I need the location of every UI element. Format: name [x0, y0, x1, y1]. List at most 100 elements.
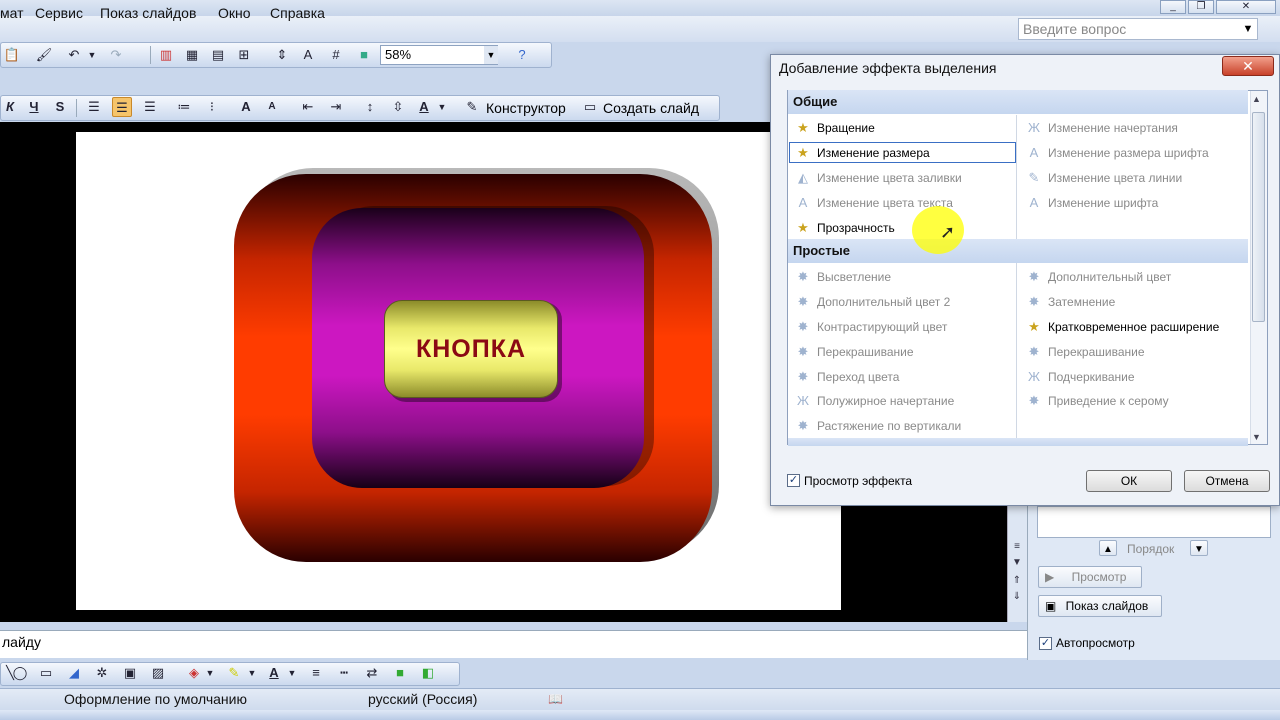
minimize-icon[interactable]: _: [1160, 0, 1186, 14]
numbered-list-icon[interactable]: ≔: [174, 97, 194, 117]
paste-icon[interactable]: 📋: [2, 45, 22, 65]
oval-icon[interactable]: ◯: [10, 663, 30, 683]
expand-all-icon[interactable]: ⇕: [272, 45, 292, 65]
chevron-down-icon[interactable]: ▼: [1240, 20, 1256, 38]
scroll-down-icon[interactable]: ▼: [1252, 432, 1261, 442]
undo-icon[interactable]: ↶: [64, 45, 84, 65]
italic-icon[interactable]: К: [0, 97, 20, 117]
align-left-icon[interactable]: ☰: [84, 97, 104, 117]
effect-color-blend[interactable]: ✸ Переход цвета: [793, 366, 900, 388]
line-spacing-icon[interactable]: ↕: [360, 97, 380, 117]
decrease-font-icon[interactable]: A: [262, 97, 282, 117]
dialog-close-button[interactable]: ✕: [1222, 56, 1274, 76]
help-icon[interactable]: ?: [512, 45, 532, 65]
zoom-select[interactable]: 58%: [380, 45, 498, 65]
textbox-icon[interactable]: ▭: [36, 663, 56, 683]
insert-icon[interactable]: ⊞: [234, 45, 254, 65]
ok-button[interactable]: ОК: [1086, 470, 1172, 492]
effect-complementary-2[interactable]: ✸ Дополнительный цвет 2: [793, 291, 951, 313]
effect-transparency[interactable]: ★ Прозрачность: [793, 217, 895, 239]
increase-font-icon[interactable]: A: [236, 97, 256, 117]
line-color-icon[interactable]: ✎: [224, 663, 244, 683]
effect-bold[interactable]: Ж Полужирное начертание: [793, 390, 954, 412]
font-color-draw-icon[interactable]: A: [264, 663, 284, 683]
paragraph-spacing-icon[interactable]: ⇳: [388, 97, 408, 117]
menu-slideshow[interactable]: Показ слайдов: [100, 4, 196, 22]
restore-icon[interactable]: ❐: [1188, 0, 1214, 14]
line-style-icon[interactable]: ≡: [306, 663, 326, 683]
effect-line-color[interactable]: ✎ Изменение цвета линии: [1024, 167, 1183, 189]
slideshow-button[interactable]: ▣ Показ слайдов: [1038, 595, 1162, 617]
order-down-icon[interactable]: ▼: [1190, 540, 1208, 556]
format-painter-icon[interactable]: 🖌: [34, 45, 54, 65]
ask-question-input[interactable]: Введите вопрос: [1018, 18, 1258, 40]
chart-icon[interactable]: ▥: [156, 45, 176, 65]
scroll-down-icon[interactable]: ▼: [1009, 556, 1025, 570]
effect-lighten[interactable]: ✸ Высветление: [793, 266, 892, 288]
align-center-icon[interactable]: ☰: [112, 97, 132, 117]
grid-icon[interactable]: #: [326, 45, 346, 65]
font-color-dropdown-icon[interactable]: ▼: [436, 97, 448, 117]
3d-style-icon[interactable]: ◧: [418, 663, 438, 683]
table-icon[interactable]: ▦: [182, 45, 202, 65]
effect-contrasting[interactable]: ✸ Контрастирующий цвет: [793, 316, 948, 338]
effect-fill-color[interactable]: ◭ Изменение цвета заливки: [793, 167, 962, 189]
designer-button[interactable]: Конструктор: [486, 100, 566, 116]
picture-icon[interactable]: ▨: [148, 663, 168, 683]
dialog-scroll-thumb[interactable]: [1252, 112, 1265, 322]
new-slide-icon[interactable]: ▭: [580, 97, 600, 117]
menu-format[interactable]: мат: [0, 4, 24, 22]
arrow-style-icon[interactable]: ⇄: [362, 663, 382, 683]
zoom-dropdown-icon[interactable]: ▼: [484, 46, 498, 64]
effect-flicker-grow[interactable]: ★ Кратковременное расширение: [1024, 316, 1219, 338]
font-color-icon[interactable]: A: [414, 97, 434, 117]
effect-recolor[interactable]: ✸ Перекрашивание: [793, 341, 914, 363]
autopreview-checkbox[interactable]: ✓: [1039, 637, 1052, 650]
color-grayscale-icon[interactable]: ■: [354, 45, 374, 65]
decrease-indent-icon[interactable]: ⇤: [298, 97, 318, 117]
prev-slide-icon[interactable]: ⇑: [1009, 574, 1025, 588]
effect-change-style[interactable]: Ж Изменение начертания: [1024, 117, 1178, 139]
effect-darken[interactable]: ✸ Затемнение: [1024, 291, 1116, 313]
underline-icon[interactable]: Ч: [24, 97, 44, 117]
effect-rotation[interactable]: ★ Вращение: [793, 117, 875, 139]
cancel-button[interactable]: Отмена: [1184, 470, 1270, 492]
clipart-icon[interactable]: ▣: [120, 663, 140, 683]
align-right-icon[interactable]: ☰: [140, 97, 160, 117]
order-up-icon[interactable]: ▲: [1099, 540, 1117, 556]
preview-button[interactable]: ▶ Просмотр: [1038, 566, 1142, 588]
shadow-icon[interactable]: S: [50, 97, 70, 117]
tables-borders-icon[interactable]: ▤: [208, 45, 228, 65]
effects-list[interactable]: [1037, 506, 1271, 538]
dash-style-icon[interactable]: ┅: [334, 663, 354, 683]
effect-font[interactable]: A Изменение шрифта: [1024, 192, 1159, 214]
menu-window[interactable]: Окно: [218, 4, 251, 22]
effect-resize[interactable]: ★ Изменение размера: [793, 142, 930, 164]
bullet-list-icon[interactable]: ⁝: [202, 97, 222, 117]
scroll-thumb-icon[interactable]: ≡: [1009, 540, 1025, 554]
close-window-icon[interactable]: ✕: [1216, 0, 1276, 14]
increase-indent-icon[interactable]: ⇥: [326, 97, 346, 117]
spellcheck-icon[interactable]: 📖: [548, 690, 563, 708]
effect-stretch-vertical[interactable]: ✸ Растяжение по вертикали: [793, 415, 962, 437]
shadow-style-icon[interactable]: ■: [390, 663, 410, 683]
new-slide-button[interactable]: Создать слайд: [603, 100, 699, 116]
line-color-dropdown-icon[interactable]: ▼: [246, 663, 258, 683]
effect-complementary[interactable]: ✸ Дополнительный цвет: [1024, 266, 1172, 288]
effect-underline[interactable]: Ж Подчеркивание: [1024, 366, 1135, 388]
font-color-draw-dropdown-icon[interactable]: ▼: [286, 663, 298, 683]
menu-service[interactable]: Сервис: [35, 4, 83, 22]
menu-help[interactable]: Справка: [270, 4, 325, 22]
next-slide-icon[interactable]: ⇓: [1009, 590, 1025, 604]
effect-recolor-2[interactable]: ✸ Перекрашивание: [1024, 341, 1145, 363]
undo-dropdown-icon[interactable]: ▼: [86, 45, 98, 65]
preview-effect-checkbox[interactable]: ✓: [787, 474, 800, 487]
effect-desaturate[interactable]: ✸ Приведение к серому: [1024, 390, 1169, 412]
fill-color-icon[interactable]: ◈: [184, 663, 204, 683]
wordart-icon[interactable]: ◢: [64, 663, 84, 683]
designer-icon[interactable]: ✎: [462, 97, 482, 117]
show-formatting-icon[interactable]: A: [298, 45, 318, 65]
notes-pane[interactable]: [0, 630, 1027, 658]
diagram-icon[interactable]: ✲: [92, 663, 112, 683]
scroll-up-icon[interactable]: ▲: [1252, 94, 1261, 104]
